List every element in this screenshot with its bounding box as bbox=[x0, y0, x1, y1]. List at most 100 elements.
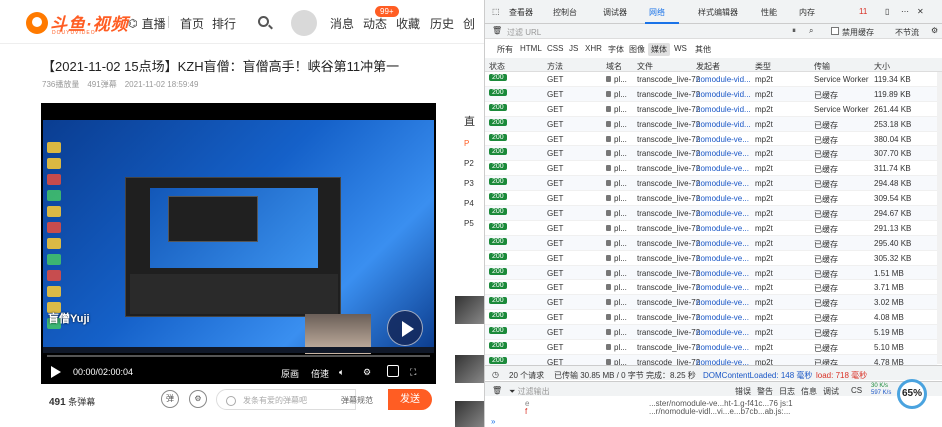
danmu-rules-link[interactable]: 弹幕规范 bbox=[341, 395, 373, 406]
col-domain[interactable]: 域名 bbox=[606, 61, 622, 72]
episode-item-p[interactable]: P bbox=[464, 139, 469, 148]
more-icon[interactable]: ⋯ bbox=[901, 7, 909, 16]
danmu-input[interactable]: 发条有爱的弹幕吧 bbox=[216, 389, 356, 410]
fullscreen-icon[interactable]: ⛶ bbox=[410, 367, 416, 378]
search-icon[interactable]: ⌕ bbox=[809, 26, 813, 36]
tab-inspector[interactable]: 查看器 bbox=[509, 7, 533, 18]
settings-icon[interactable]: ⚙︎ bbox=[363, 367, 371, 378]
filter-url-input[interactable]: 过滤 URL bbox=[507, 27, 541, 38]
progress-bar[interactable] bbox=[47, 355, 430, 357]
cell-file: transcode_live-72 bbox=[637, 89, 701, 99]
table-row[interactable]: 200 GET pl... transcode_live-72 nomodule-ve.… bbox=[485, 146, 937, 162]
type-ws[interactable]: WS bbox=[674, 44, 687, 53]
pip-icon[interactable] bbox=[387, 365, 399, 377]
nav-live[interactable]: ⌬ 直播 bbox=[128, 15, 166, 32]
error-count-badge[interactable]: 11 bbox=[859, 7, 867, 16]
table-row[interactable]: 200 GET pl... transcode_live-72 nomodule-vid… bbox=[485, 116, 937, 132]
type-media[interactable]: 媒体 bbox=[648, 43, 670, 56]
table-row[interactable]: 200 GET pl... transcode_live-72 nomodule-ve.… bbox=[485, 295, 937, 311]
nav-history[interactable]: 历史 bbox=[430, 15, 454, 32]
table-row[interactable]: 200 GET pl... transcode_live-72 nomodule-ve.… bbox=[485, 132, 937, 147]
col-transfer[interactable]: 传输 bbox=[814, 61, 830, 72]
pause-icon[interactable]: ⏸︎ bbox=[792, 26, 796, 36]
table-scrollbar[interactable] bbox=[937, 72, 942, 364]
table-row[interactable]: 200 GET pl... transcode_live-72 nomodule-ve.… bbox=[485, 251, 937, 266]
type-html[interactable]: HTML bbox=[520, 44, 542, 53]
gear-icon[interactable]: ⚙︎ bbox=[931, 26, 938, 35]
tab-network[interactable]: 网络 bbox=[649, 7, 665, 18]
table-row[interactable]: 200 GET pl... transcode_live-72 nomodule-ve.… bbox=[485, 340, 937, 355]
danmu-settings-icon[interactable]: ⚙︎ bbox=[189, 390, 207, 408]
table-row[interactable]: 200 GET pl... transcode_live-72 nomodule-ve.… bbox=[485, 191, 937, 207]
recommend-thumb[interactable] bbox=[455, 355, 484, 383]
tab-style-editor[interactable]: 样式编辑器 bbox=[698, 7, 738, 18]
cell-status: 200 bbox=[489, 312, 507, 320]
avatar[interactable] bbox=[291, 10, 317, 36]
nav-home[interactable]: 首页 bbox=[180, 15, 204, 32]
table-row[interactable]: 200 GET pl... transcode_live-72 nomodule-ve.… bbox=[485, 235, 937, 251]
col-method[interactable]: 方法 bbox=[547, 61, 563, 72]
type-font[interactable]: 字体 bbox=[608, 44, 624, 55]
throttle-select[interactable]: 不节流 bbox=[895, 27, 919, 38]
quality-button[interactable]: 原画 bbox=[281, 367, 299, 380]
speed-button[interactable]: 倍速 bbox=[311, 367, 329, 380]
cell-transfer: 已缓存 bbox=[814, 90, 838, 100]
tab-debugger[interactable]: 调试器 bbox=[603, 7, 627, 18]
table-row[interactable]: 200 GET pl... transcode_live-72 nomodule-vid… bbox=[485, 86, 937, 102]
send-button[interactable]: 发送 bbox=[388, 389, 432, 410]
col-initiator[interactable]: 发起者 bbox=[696, 61, 720, 72]
col-size[interactable]: 大小 bbox=[874, 61, 890, 72]
disable-cache-checkbox[interactable] bbox=[831, 27, 839, 35]
clear-console-icon[interactable]: 🗑︎ bbox=[492, 386, 502, 395]
console-prompt-icon[interactable]: » bbox=[491, 417, 495, 426]
nav-dynamic[interactable]: 动态 bbox=[363, 15, 387, 32]
table-row[interactable]: 200 GET pl... transcode_live-72 nomodule-ve.… bbox=[485, 325, 937, 341]
pick-element-icon[interactable]: ⬚ bbox=[492, 7, 500, 16]
type-xhr[interactable]: XHR bbox=[585, 44, 602, 53]
table-row[interactable]: 200 GET pl... transcode_live-72 nomodule-ve.… bbox=[485, 161, 937, 177]
volume-icon[interactable]: 🔈︎ bbox=[339, 367, 344, 378]
table-row[interactable]: 200 GET pl... transcode_live-72 nomodule-vid… bbox=[485, 102, 937, 117]
danmu-toggle-button[interactable]: 弹 bbox=[161, 390, 179, 408]
type-css[interactable]: CSS bbox=[547, 44, 563, 53]
episode-item-p5[interactable]: P5 bbox=[464, 219, 474, 228]
recommend-thumb[interactable] bbox=[455, 296, 484, 324]
table-row[interactable]: 200 GET pl... transcode_live-72 nomodule-ve.… bbox=[485, 221, 937, 236]
episode-item-p4[interactable]: P4 bbox=[464, 199, 474, 208]
col-status[interactable]: 状态 bbox=[489, 61, 505, 72]
type-other[interactable]: 其他 bbox=[695, 44, 711, 55]
clear-icon[interactable]: 🗑︎ bbox=[492, 26, 502, 35]
col-type[interactable]: 类型 bbox=[755, 61, 771, 72]
col-file[interactable]: 文件 bbox=[637, 61, 653, 72]
tab-console[interactable]: 控制台 bbox=[553, 7, 577, 18]
nav-rank[interactable]: 排行 bbox=[212, 15, 236, 32]
cell-initiator: nomodule-ve... bbox=[696, 268, 749, 278]
episode-item-p2[interactable]: P2 bbox=[464, 159, 474, 168]
performance-meter[interactable]: 65% bbox=[897, 379, 927, 409]
type-all[interactable]: 所有 bbox=[497, 44, 513, 55]
console-line[interactable]: ...r/nomodule-vidl...vi...e...b7cb...ab.… bbox=[649, 407, 790, 416]
play-icon[interactable] bbox=[51, 366, 61, 378]
type-js[interactable]: JS bbox=[569, 44, 578, 53]
table-row[interactable]: 200 GET pl... transcode_live-72 nomodule-ve.… bbox=[485, 176, 937, 192]
tab-performance[interactable]: 性能 bbox=[761, 7, 777, 18]
recommend-thumb[interactable] bbox=[455, 401, 484, 427]
nav-favorites[interactable]: 收藏 bbox=[396, 15, 420, 32]
search-icon[interactable] bbox=[258, 16, 269, 27]
big-play-button[interactable] bbox=[387, 310, 423, 346]
close-icon[interactable]: ✕ bbox=[917, 7, 924, 16]
responsive-icon[interactable]: ▯ bbox=[885, 7, 889, 16]
episode-item-p3[interactable]: P3 bbox=[464, 179, 474, 188]
table-row[interactable]: 200 GET pl... transcode_live-72 nomodule-ve.… bbox=[485, 265, 937, 281]
cell-transfer: 已缓存 bbox=[814, 150, 838, 160]
nav-create[interactable]: 创 bbox=[463, 15, 475, 32]
table-row[interactable]: 200 GET pl... transcode_live-72 nomodule-ve.… bbox=[485, 310, 937, 326]
table-row[interactable]: 200 GET pl... transcode_live-72 nomodule-vid… bbox=[485, 72, 937, 87]
nav-messages[interactable]: 消息 bbox=[330, 15, 354, 32]
level-css[interactable]: CS bbox=[851, 386, 862, 395]
tab-memory[interactable]: 内存 bbox=[799, 7, 815, 18]
type-image[interactable]: 图像 bbox=[629, 44, 645, 55]
table-row[interactable]: 200 GET pl... transcode_live-72 nomodule-ve.… bbox=[485, 280, 937, 296]
table-row[interactable]: 200 GET pl... transcode_live-72 nomodule-ve.… bbox=[485, 206, 937, 221]
video-player[interactable]: 盲僧Yuji 00:00/02:00:04 原画 倍速 🔈︎ ⚙︎ ⛶ bbox=[41, 103, 436, 384]
